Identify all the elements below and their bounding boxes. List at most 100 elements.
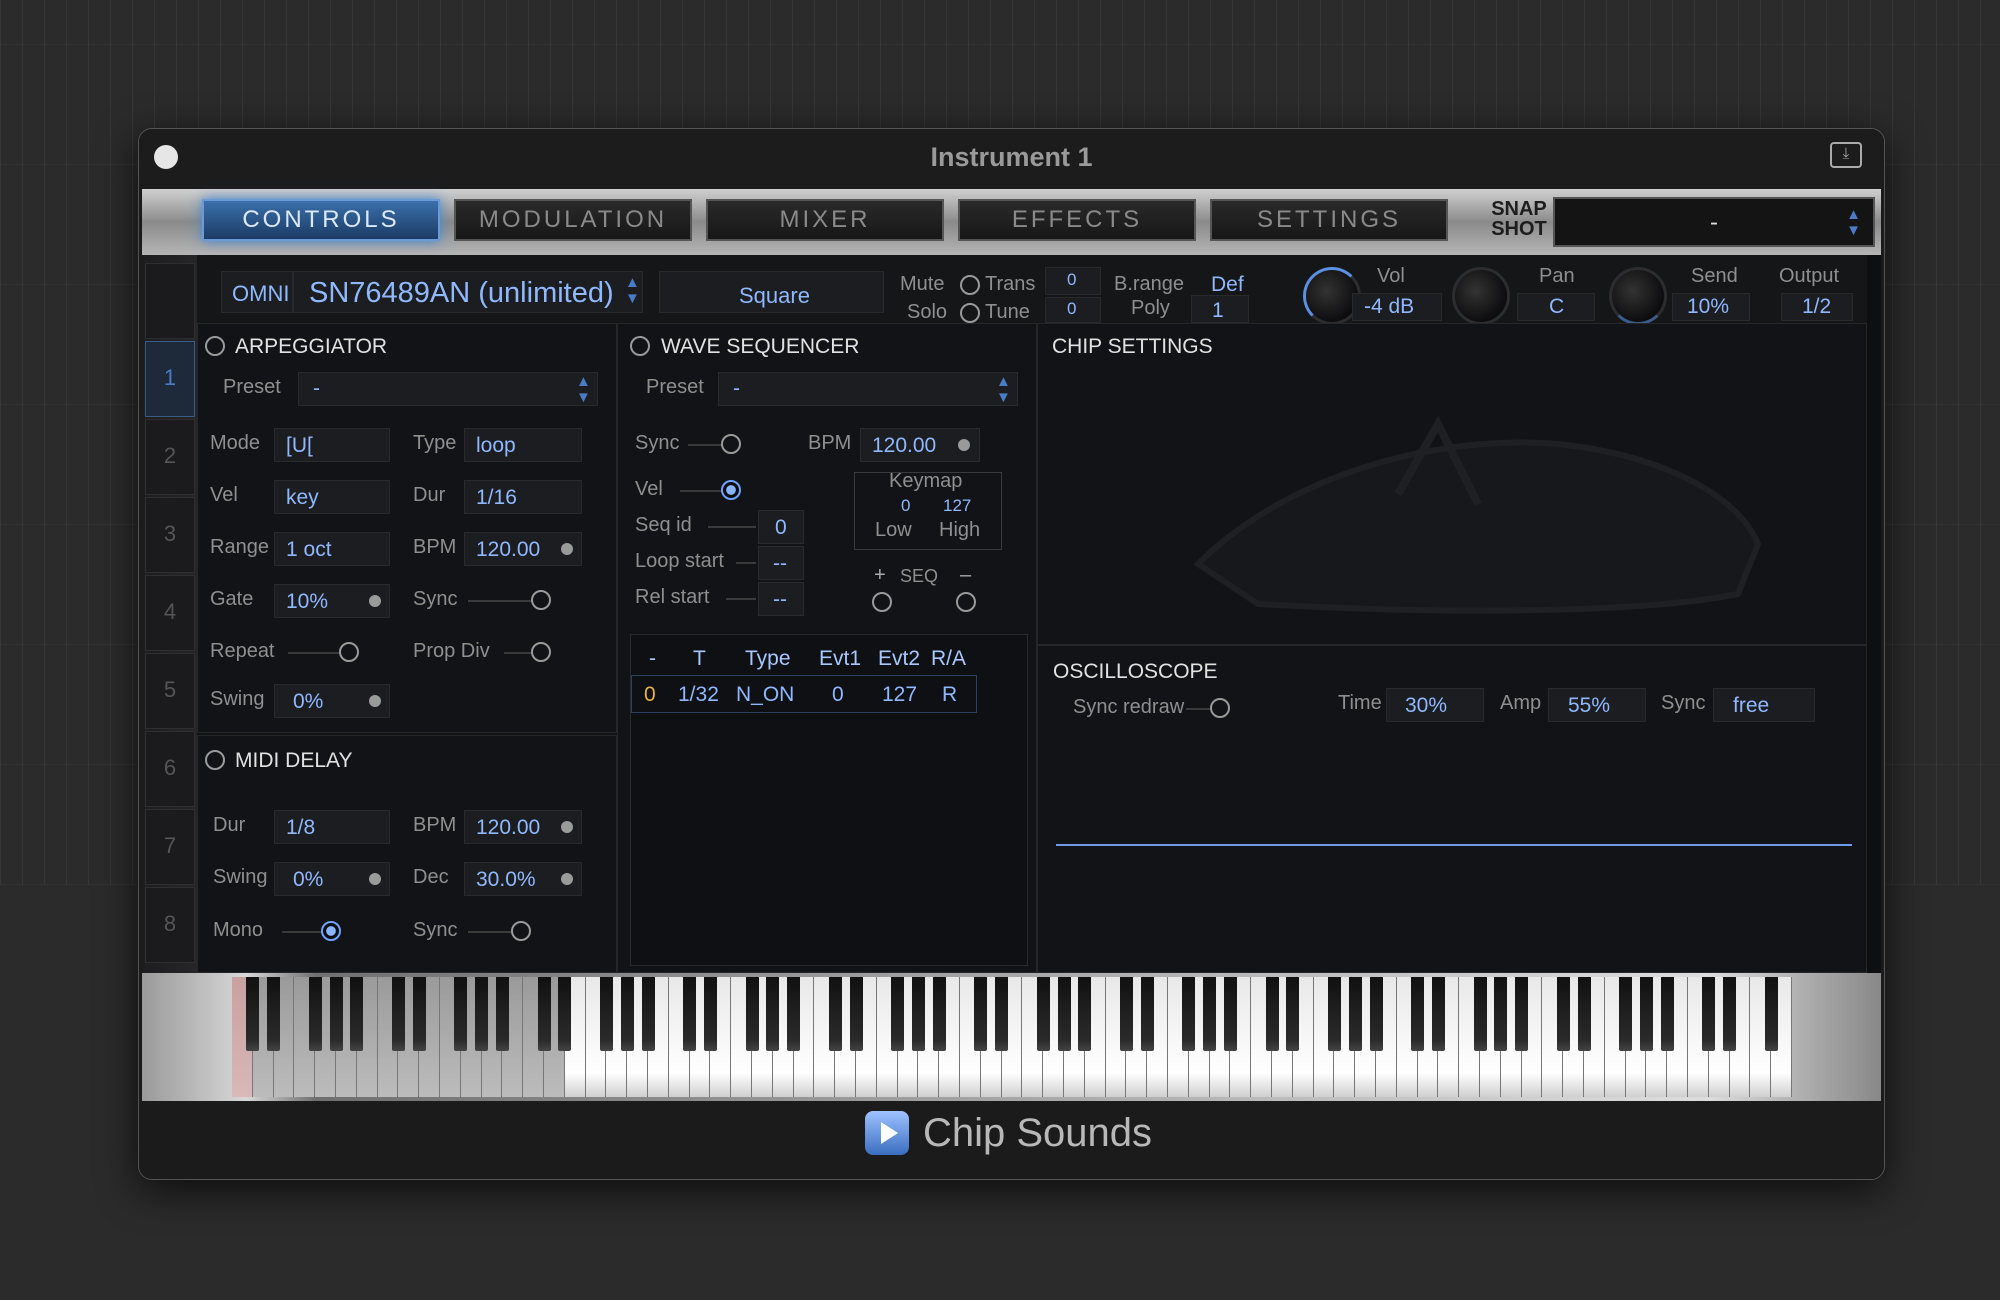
output-value[interactable]: 1/2	[1802, 295, 1831, 319]
vol-value[interactable]: -4 dB	[1364, 295, 1414, 319]
mute-toggle[interactable]	[960, 275, 980, 295]
piano-black-key[interactable]	[1494, 977, 1508, 1051]
arp-gate-value[interactable]: 10%	[286, 590, 328, 614]
piano-black-key[interactable]	[1223, 977, 1237, 1051]
arp-preset-field[interactable]	[298, 372, 598, 406]
seq-remove-toggle[interactable]	[956, 592, 976, 612]
seq-cell-ra[interactable]: R	[942, 683, 957, 707]
piano-black-key[interactable]	[267, 977, 281, 1051]
piano-black-key[interactable]	[974, 977, 988, 1051]
piano-black-key[interactable]	[1431, 977, 1445, 1051]
piano-black-key[interactable]	[412, 977, 426, 1051]
seq-id-value[interactable]: 0	[775, 516, 787, 540]
piano-black-key[interactable]	[1577, 977, 1591, 1051]
arp-bpm-sync-dot[interactable]	[561, 543, 573, 555]
piano-black-key[interactable]	[1057, 977, 1071, 1051]
save-download-icon[interactable]: ⤓	[1830, 142, 1862, 168]
seq-remove-button[interactable]: –	[960, 564, 971, 587]
tab-mixer[interactable]: MIXER	[706, 199, 944, 241]
rel-start-value[interactable]: --	[773, 588, 787, 612]
snapshot-arrows-icon[interactable]: ▲ ▼	[1846, 207, 1861, 239]
delay-dur-value[interactable]: 1/8	[286, 816, 315, 840]
arp-vel-value[interactable]: key	[286, 486, 319, 510]
piano-black-key[interactable]	[1078, 977, 1092, 1051]
delay-bpm-dot[interactable]	[561, 821, 573, 833]
piano-black-key[interactable]	[454, 977, 468, 1051]
pan-value[interactable]: C	[1549, 295, 1564, 319]
arp-sync-toggle[interactable]	[531, 590, 551, 610]
table-row[interactable]: 0 1/32 N_ON 0 127 R	[631, 675, 977, 713]
piano-black-key[interactable]	[995, 977, 1009, 1051]
osc-sync-value[interactable]: free	[1733, 694, 1769, 718]
seq-add-toggle[interactable]	[872, 592, 892, 612]
piano-black-key[interactable]	[1723, 977, 1737, 1051]
tab-settings[interactable]: SETTINGS	[1210, 199, 1448, 241]
piano-black-key[interactable]	[391, 977, 405, 1051]
part-4[interactable]: 4	[145, 575, 195, 651]
piano-black-key[interactable]	[1639, 977, 1653, 1051]
tab-controls[interactable]: CONTROLS	[202, 199, 440, 241]
seq-bpm-dot[interactable]	[958, 439, 970, 451]
arp-bpm-value[interactable]: 120.00	[476, 538, 540, 562]
arp-range-value[interactable]: 1 oct	[286, 538, 332, 562]
piano-black-key[interactable]	[1286, 977, 1300, 1051]
osc-time-value[interactable]: 30%	[1405, 694, 1447, 718]
seq-preset-field[interactable]	[718, 372, 1018, 406]
piano-black-key[interactable]	[683, 977, 697, 1051]
piano-black-key[interactable]	[1515, 977, 1529, 1051]
poly-value[interactable]: 1	[1212, 299, 1224, 323]
trans-value[interactable]: 0	[1067, 270, 1076, 290]
piano-black-key[interactable]	[308, 977, 322, 1051]
piano-black-key[interactable]	[599, 977, 613, 1051]
seq-cell-type[interactable]: N_ON	[736, 683, 794, 707]
delay-dec-dot[interactable]	[561, 873, 573, 885]
delay-bpm-value[interactable]: 120.00	[476, 816, 540, 840]
tune-value[interactable]: 0	[1067, 299, 1076, 319]
pan-knob[interactable]	[1452, 267, 1510, 325]
arp-propdiv-toggle[interactable]	[531, 642, 551, 662]
piano-keyboard[interactable]	[232, 977, 1792, 1097]
piano-black-key[interactable]	[1327, 977, 1341, 1051]
piano-black-key[interactable]	[911, 977, 925, 1051]
instrument-arrows-icon[interactable]: ▲ ▼	[625, 275, 640, 307]
part-2[interactable]: 2	[145, 419, 195, 495]
piano-black-key[interactable]	[537, 977, 551, 1051]
seq-add-button[interactable]: +	[874, 564, 886, 587]
keymap-high-value[interactable]: 127	[943, 496, 971, 516]
arp-type-value[interactable]: loop	[476, 434, 516, 458]
piano-black-key[interactable]	[1411, 977, 1425, 1051]
piano-black-key[interactable]	[620, 977, 634, 1051]
delay-swing-value[interactable]: 0%	[293, 868, 323, 892]
seq-vel-toggle[interactable]	[721, 480, 741, 500]
arp-dur-value[interactable]: 1/16	[476, 486, 517, 510]
part-3[interactable]: 3	[145, 497, 195, 573]
piano-black-key[interactable]	[703, 977, 717, 1051]
piano-black-key[interactable]	[1764, 977, 1778, 1051]
brange-value[interactable]: Def	[1211, 273, 1244, 297]
waveform-value[interactable]: Square	[739, 283, 810, 309]
omni-button[interactable]: OMNI	[232, 281, 289, 307]
sync-redraw-toggle[interactable]	[1210, 698, 1230, 718]
piano-black-key[interactable]	[350, 977, 364, 1051]
piano-black-key[interactable]	[1182, 977, 1196, 1051]
snapshot-selector[interactable]: - ▲ ▼	[1553, 197, 1875, 247]
seq-cell-evt1[interactable]: 0	[832, 683, 844, 707]
piano-black-key[interactable]	[932, 977, 946, 1051]
piano-black-key[interactable]	[1660, 977, 1674, 1051]
piano-black-key[interactable]	[891, 977, 905, 1051]
seq-cell-t[interactable]: 1/32	[678, 683, 719, 707]
piano-black-key[interactable]	[495, 977, 509, 1051]
arp-swing-value[interactable]: 0%	[293, 690, 323, 714]
instrument-name[interactable]: SN76489AN (unlimited)	[309, 277, 614, 310]
seq-sync-toggle[interactable]	[721, 434, 741, 454]
part-1[interactable]: 1	[145, 341, 195, 417]
piano-black-key[interactable]	[1348, 977, 1362, 1051]
send-knob[interactable]	[1609, 267, 1667, 325]
piano-black-key[interactable]	[745, 977, 759, 1051]
seq-cell-index[interactable]: 0	[644, 683, 656, 707]
delay-sync-toggle[interactable]	[511, 921, 531, 941]
arp-preset-arrows-icon[interactable]: ▲ ▼	[576, 374, 591, 406]
piano-black-key[interactable]	[1619, 977, 1633, 1051]
piano-black-key[interactable]	[1556, 977, 1570, 1051]
piano-black-key[interactable]	[475, 977, 489, 1051]
